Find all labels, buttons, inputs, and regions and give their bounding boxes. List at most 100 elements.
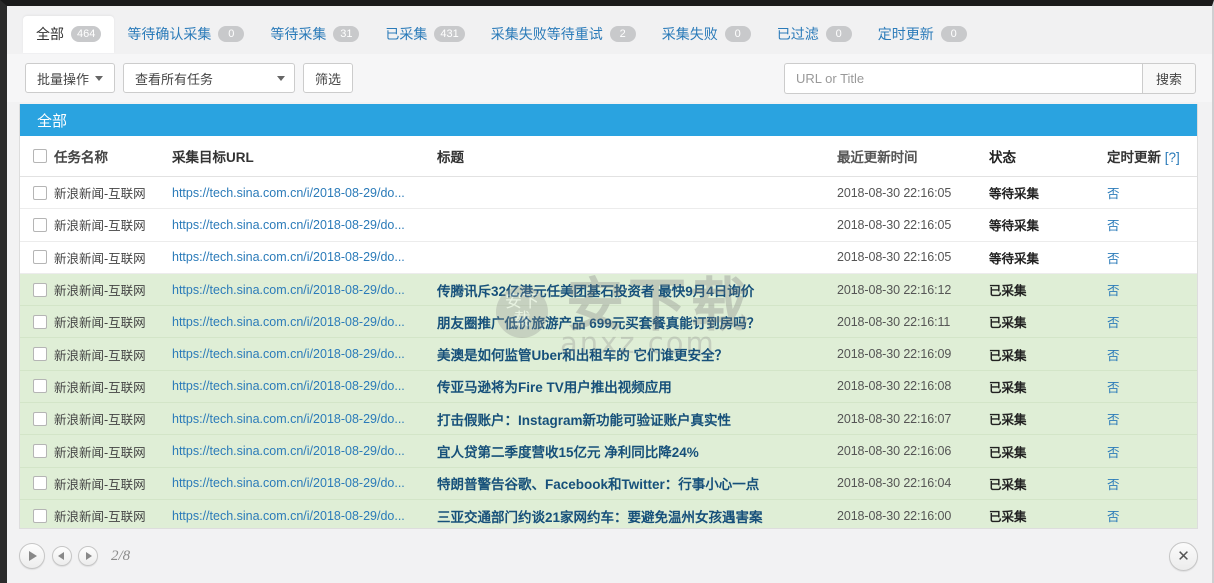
row-checkbox[interactable] xyxy=(33,379,47,394)
row-checkbox[interactable] xyxy=(33,347,47,362)
cell-status-text: 等待采集 xyxy=(989,251,1040,266)
cell-target-url-text[interactable]: https://tech.sina.com.cn/i/2018-08-29/do… xyxy=(172,283,437,297)
cell-scheduled-text[interactable]: 否 xyxy=(1107,478,1120,492)
close-button[interactable]: ✕ xyxy=(1169,541,1198,571)
cell-scheduled-text[interactable]: 否 xyxy=(1107,381,1120,395)
cell-scheduled-text[interactable]: 否 xyxy=(1107,252,1120,266)
cell-scheduled: 否 xyxy=(1107,467,1197,500)
cell-target-url: https://tech.sina.com.cn/i/2018-08-29/do… xyxy=(172,273,437,307)
help-hint-icon[interactable]: [?] xyxy=(1165,150,1180,165)
cell-title-text: 三亚交通部门约谈21家网约车：要避免温州女孩遇害案 xyxy=(437,509,763,525)
row-select-cell xyxy=(20,273,54,307)
cell-target-url-text[interactable]: https://tech.sina.com.cn/i/2018-08-29/do… xyxy=(172,218,437,232)
search-input[interactable] xyxy=(784,62,1142,94)
cell-last-update: 2018-08-30 22:16:08 xyxy=(837,370,989,404)
cell-status: 已采集 xyxy=(989,305,1107,339)
cell-last-update: 2018-08-30 22:16:05 xyxy=(837,176,989,210)
cell-scheduled-text[interactable]: 否 xyxy=(1107,219,1120,233)
cell-target-url-text[interactable]: https://tech.sina.com.cn/i/2018-08-29/do… xyxy=(172,509,437,523)
cell-scheduled-text[interactable]: 否 xyxy=(1107,316,1120,330)
table-row[interactable]: 新浪新闻-互联网 https://tech.sina.com.cn/i/2018-… xyxy=(20,241,1197,274)
row-checkbox[interactable] xyxy=(33,250,47,265)
row-checkbox[interactable] xyxy=(33,508,47,523)
panel-header-title: 全部 xyxy=(37,112,68,130)
table-row[interactable]: 新浪新闻-互联网 https://tech.sina.com.cn/i/2018-… xyxy=(20,402,1197,436)
filter-button[interactable]: 筛选 xyxy=(303,63,354,93)
cell-target-url: https://tech.sina.com.cn/i/2018-08-29/do… xyxy=(172,467,437,500)
cell-status: 已采集 xyxy=(989,499,1107,528)
cell-last-update-text: 2018-08-30 22:16:11 xyxy=(837,314,951,329)
cell-scheduled-text[interactable]: 否 xyxy=(1107,284,1120,298)
search-button[interactable]: 搜索 xyxy=(1141,62,1196,94)
cell-status: 已采集 xyxy=(989,370,1107,404)
cell-task-name: 新浪新闻-互联网 xyxy=(54,402,172,436)
cell-status: 已采集 xyxy=(989,434,1107,468)
row-checkbox[interactable] xyxy=(33,314,47,329)
search-group: 搜索 xyxy=(784,62,1196,94)
status-tab-7[interactable]: 定时更新 0 xyxy=(865,16,980,53)
cell-task-name: 新浪新闻-互联网 xyxy=(54,305,172,339)
row-select-cell xyxy=(20,467,54,500)
cell-last-update-text: 2018-08-30 22:16:04 xyxy=(837,476,952,491)
cell-task-name-text: 新浪新闻-互联网 xyxy=(54,316,146,331)
cell-target-url-text[interactable]: https://tech.sina.com.cn/i/2018-08-29/do… xyxy=(172,315,437,329)
cell-scheduled-text[interactable]: 否 xyxy=(1107,413,1120,427)
table-header-row: 任务名称 采集目标URL 标题 最近更新时间 状态 定时更新 [?] xyxy=(20,136,1197,177)
cell-scheduled-text[interactable]: 否 xyxy=(1107,446,1120,460)
next-page-button[interactable] xyxy=(78,546,98,566)
row-select-cell xyxy=(20,434,54,468)
cell-status: 已采集 xyxy=(989,402,1107,436)
status-tab-label: 等待确认采集 xyxy=(127,26,212,42)
cell-scheduled-text[interactable]: 否 xyxy=(1107,349,1120,363)
status-tab-1[interactable]: 等待确认采集 0 xyxy=(114,16,257,53)
table-row[interactable]: 新浪新闻-互联网 https://tech.sina.com.cn/i/2018-… xyxy=(20,208,1197,242)
cell-target-url-text[interactable]: https://tech.sina.com.cn/i/2018-08-29/do… xyxy=(172,412,437,426)
batch-operation-button[interactable]: 批量操作 xyxy=(25,63,116,93)
table-row[interactable]: 新浪新闻-互联网 https://tech.sina.com.cn/i/2018-… xyxy=(20,499,1197,528)
row-checkbox[interactable] xyxy=(33,282,47,297)
cell-scheduled-text[interactable]: 否 xyxy=(1107,187,1120,201)
cell-target-url-text[interactable]: https://tech.sina.com.cn/i/2018-08-29/do… xyxy=(172,379,437,393)
status-tab-0[interactable]: 全部 464 xyxy=(23,16,115,53)
row-checkbox[interactable] xyxy=(33,444,47,459)
cell-task-name: 新浪新闻-互联网 xyxy=(54,434,172,468)
status-tab-6[interactable]: 已过滤 0 xyxy=(764,16,865,53)
row-checkbox[interactable] xyxy=(33,185,47,200)
status-tab-2[interactable]: 等待采集 31 xyxy=(257,16,372,53)
cell-task-name-text: 新浪新闻-互联网 xyxy=(54,284,146,299)
cell-status: 等待采集 xyxy=(989,241,1107,274)
table-row[interactable]: 新浪新闻-互联网 https://tech.sina.com.cn/i/2018-… xyxy=(20,273,1197,307)
view-tasks-select[interactable]: 查看所有任务 xyxy=(123,63,296,93)
filter-label: 筛选 xyxy=(315,71,342,87)
cell-target-url-text[interactable]: https://tech.sina.com.cn/i/2018-08-29/do… xyxy=(172,476,437,490)
status-tab-count-badge: 2 xyxy=(609,26,636,42)
cell-target-url-text[interactable]: https://tech.sina.com.cn/i/2018-08-29/do… xyxy=(172,186,437,200)
cell-title xyxy=(437,208,837,242)
column-task-name: 任务名称 xyxy=(54,136,172,177)
cell-task-name: 新浪新闻-互联网 xyxy=(54,499,172,528)
select-all-checkbox[interactable] xyxy=(33,149,47,163)
status-tab-3[interactable]: 已采集 431 xyxy=(372,16,477,53)
cell-scheduled-text[interactable]: 否 xyxy=(1107,510,1120,524)
cell-target-url-text[interactable]: https://tech.sina.com.cn/i/2018-08-29/do… xyxy=(172,444,437,458)
row-checkbox[interactable] xyxy=(33,217,47,232)
cell-task-name-text: 新浪新闻-互联网 xyxy=(54,477,146,492)
table-row[interactable]: 新浪新闻-互联网 https://tech.sina.com.cn/i/2018-… xyxy=(20,467,1197,500)
cell-target-url-text[interactable]: https://tech.sina.com.cn/i/2018-08-29/do… xyxy=(172,347,437,361)
play-button[interactable] xyxy=(19,543,45,569)
table-row[interactable]: 新浪新闻-互联网 https://tech.sina.com.cn/i/2018-… xyxy=(20,337,1197,371)
table-row[interactable]: 新浪新闻-互联网 https://tech.sina.com.cn/i/2018-… xyxy=(20,176,1197,210)
cell-status-text: 已采集 xyxy=(989,380,1027,395)
table-row[interactable]: 新浪新闻-互联网 https://tech.sina.com.cn/i/2018-… xyxy=(20,305,1197,339)
table-row[interactable]: 新浪新闻-互联网 https://tech.sina.com.cn/i/2018-… xyxy=(20,434,1197,468)
cell-target-url-text[interactable]: https://tech.sina.com.cn/i/2018-08-29/do… xyxy=(172,250,437,264)
table-row[interactable]: 新浪新闻-互联网 https://tech.sina.com.cn/i/2018-… xyxy=(20,370,1197,404)
cell-status-text: 已采集 xyxy=(989,284,1027,299)
row-checkbox[interactable] xyxy=(33,411,47,426)
cell-scheduled: 否 xyxy=(1107,273,1197,307)
task-table: 任务名称 采集目标URL 标题 最近更新时间 状态 定时更新 [?] 新浪新闻-… xyxy=(20,136,1197,528)
status-tab-4[interactable]: 采集失败等待重试 2 xyxy=(478,16,649,53)
previous-page-button[interactable] xyxy=(52,546,72,566)
status-tab-5[interactable]: 采集失败 0 xyxy=(649,16,764,53)
row-checkbox[interactable] xyxy=(33,476,47,491)
